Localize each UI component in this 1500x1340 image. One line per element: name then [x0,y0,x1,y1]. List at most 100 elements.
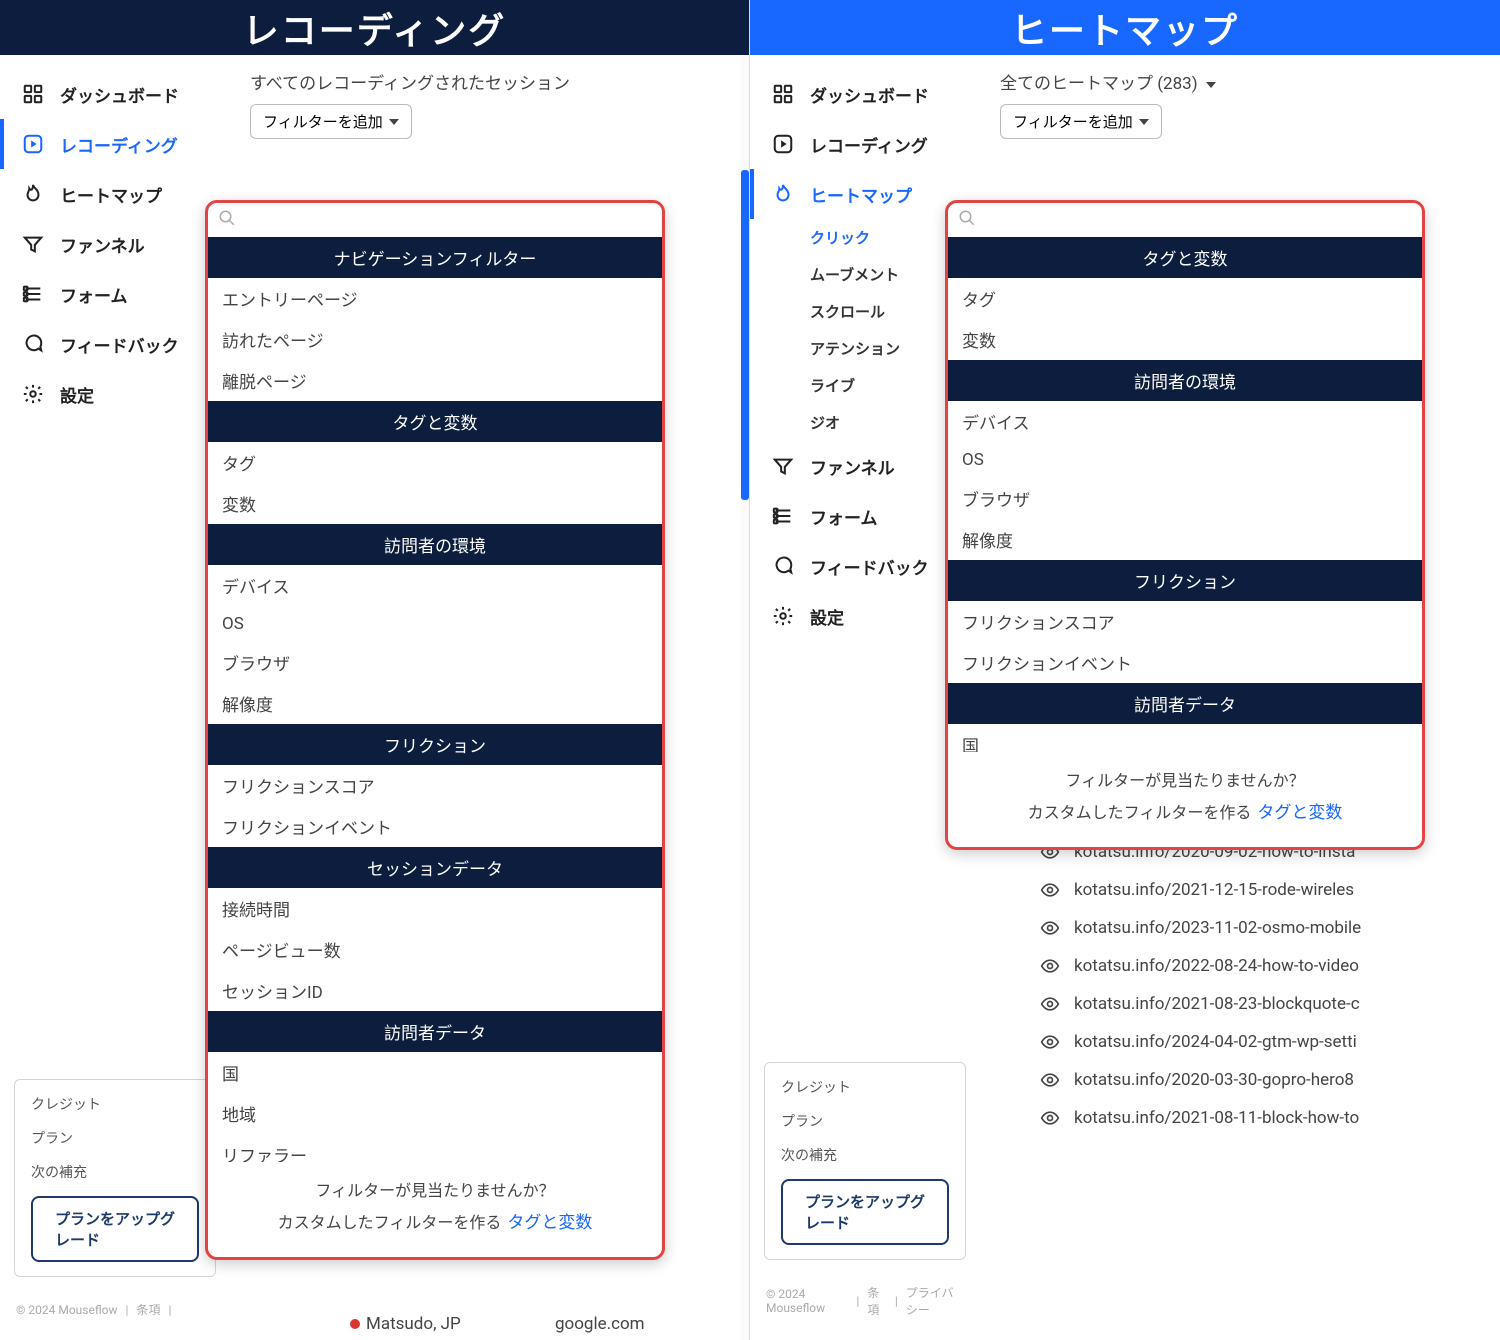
filter-search-input[interactable] [948,203,1422,237]
filter-option[interactable]: 離脱ページ [208,360,662,401]
credit-box: クレジット プラン 次の補充 プランをアップグレード [14,1079,216,1277]
filter-popup-left: ナビゲーションフィルターエントリーページ訪れたページ離脱ページタグと変数タグ変数… [205,200,665,1260]
filter-option[interactable]: フリクションイベント [948,642,1422,683]
gear-icon [770,603,796,629]
terms-link[interactable]: 条項 [867,1284,886,1318]
flame-icon [20,181,46,207]
nav-funnels[interactable]: ファンネル [0,219,230,269]
filter-option[interactable]: ブラウザ [208,642,662,683]
filter-option[interactable]: セッションID [208,970,662,1011]
filter-group-header: タグと変数 [948,237,1422,278]
filter-option[interactable]: リファラー [208,1134,662,1162]
filter-popup-right: タグと変数タグ変数訪問者の環境デバイスOSブラウザ解像度フリクションフリクション… [945,200,1425,850]
upgrade-button[interactable]: プランをアップグレード [781,1179,949,1245]
tags-vars-link[interactable]: タグと変数 [1257,803,1342,823]
popup-footer: フィルターが見当たりませんか？ カスタムしたフィルターを作るタグと変数 [948,752,1422,847]
footer-left: © 2024 Mouseflow| 条項| [0,1291,230,1328]
url-list-row[interactable]: kotatsu.info/2022-08-24-how-to-video [1040,947,1500,985]
nav-dashboard[interactable]: ダッシュボード [0,69,230,119]
nav-recordings[interactable]: レコーディング [750,119,980,169]
filter-group-header: タグと変数 [208,401,662,442]
nav-settings[interactable]: 設定 [0,369,230,419]
eye-icon [1040,918,1060,938]
nav-recordings[interactable]: レコーディング [0,119,230,169]
filter-group-header: セッションデータ [208,847,662,888]
terms-link[interactable]: 条項 [136,1301,160,1318]
filter-option[interactable]: 解像度 [948,519,1422,560]
custom-filter-link[interactable]: カスタムしたフィルターを作る [278,1213,502,1232]
nav-heatmaps[interactable]: ヒートマップ [0,169,230,219]
filter-search-input[interactable] [208,203,662,237]
filter-group-header: 訪問者の環境 [948,360,1422,401]
url-list-row[interactable]: kotatsu.info/2023-11-02-osmo-mobile [1040,909,1500,947]
plan-label: プラン [31,1128,199,1148]
eye-icon [1040,994,1060,1014]
privacy-link[interactable]: プライバシー [906,1284,964,1318]
filter-option[interactable]: 変数 [948,319,1422,360]
dashboard-icon [20,81,46,107]
filter-option[interactable]: デバイス [208,565,662,606]
filter-option[interactable]: 地域 [208,1093,662,1134]
add-filter-button[interactable]: フィルターを追加 [250,104,412,139]
funnel-icon [770,453,796,479]
play-icon [770,131,796,157]
eye-icon [1040,1070,1060,1090]
search-icon [958,209,976,227]
filter-group-header: ナビゲーションフィルター [208,237,662,278]
filter-option[interactable]: フリクションスコア [948,601,1422,642]
credit-box: クレジット プラン 次の補充 プランをアップグレード [764,1062,966,1260]
refill-label: 次の補充 [781,1145,949,1165]
filter-option[interactable]: 解像度 [208,683,662,724]
filter-option[interactable]: タグ [208,442,662,483]
filter-option[interactable]: 訪れたページ [208,319,662,360]
upgrade-button[interactable]: プランをアップグレード [31,1196,199,1262]
nav-forms[interactable]: フォーム [0,269,230,319]
tags-vars-link[interactable]: タグと変数 [507,1213,592,1233]
filter-option[interactable]: 変数 [208,483,662,524]
feedback-icon [20,331,46,357]
filter-option[interactable]: デバイス [948,401,1422,442]
chevron-down-icon [1206,82,1216,88]
filter-option[interactable]: タグ [948,278,1422,319]
banner-right: ヒートマップ [750,0,1500,55]
page-title-left: すべてのレコーディングされたセッション [230,69,749,104]
filter-option[interactable]: OS [208,606,662,642]
url-list-row[interactable]: kotatsu.info/2020-03-30-gopro-hero8 [1040,1061,1500,1099]
gear-icon [20,381,46,407]
scrollbar-left[interactable] [741,55,749,1340]
credit-label: クレジット [781,1077,949,1097]
url-list-row[interactable]: kotatsu.info/2021-12-15-rode-wireles [1040,871,1500,909]
custom-filter-link[interactable]: カスタムしたフィルターを作る [1028,803,1252,822]
filter-option[interactable]: 接続時間 [208,888,662,929]
filter-option[interactable]: エントリーページ [208,278,662,319]
filter-option[interactable]: OS [948,442,1422,478]
filter-option[interactable]: 国 [948,724,1422,752]
sidebar-left: ダッシュボード レコーディング ヒートマップ ファンネル フォーム フィードバッ… [0,55,230,1340]
footer-right: © 2024 Mouseflow| 条項| プライバシー [750,1274,980,1328]
filter-group-header: 訪問者データ [948,683,1422,724]
filter-option[interactable]: ブラウザ [948,478,1422,519]
bg-location-row: Matsudo, JP google.com [350,1314,645,1334]
eye-icon [1040,956,1060,976]
popup-footer: フィルターが見当たりませんか？ カスタムしたフィルターを作るタグと変数 [208,1162,662,1257]
nav-dashboard[interactable]: ダッシュボード [750,69,980,119]
chevron-down-icon [1139,119,1149,125]
filter-option[interactable]: 国 [208,1052,662,1093]
filter-option[interactable]: フリクションスコア [208,765,662,806]
url-list-row[interactable]: kotatsu.info/2021-08-11-block-how-to [1040,1099,1500,1137]
banner-left: レコーディング [0,0,749,55]
filter-group-header: フリクション [208,724,662,765]
filter-option[interactable]: ページビュー数 [208,929,662,970]
form-icon [770,503,796,529]
add-filter-button[interactable]: フィルターを追加 [1000,104,1162,139]
credit-label: クレジット [31,1094,199,1114]
dashboard-icon [770,81,796,107]
page-title-right[interactable]: 全てのヒートマップ (283) [980,69,1500,104]
url-list-row[interactable]: kotatsu.info/2021-08-23-blockquote-c [1040,985,1500,1023]
feedback-icon [770,553,796,579]
nav-feedback[interactable]: フィードバック [0,319,230,369]
filter-option[interactable]: フリクションイベント [208,806,662,847]
refill-label: 次の補充 [31,1162,199,1182]
url-list-row[interactable]: kotatsu.info/2024-04-02-gtm-wp-setti [1040,1023,1500,1061]
flame-icon [770,181,796,207]
